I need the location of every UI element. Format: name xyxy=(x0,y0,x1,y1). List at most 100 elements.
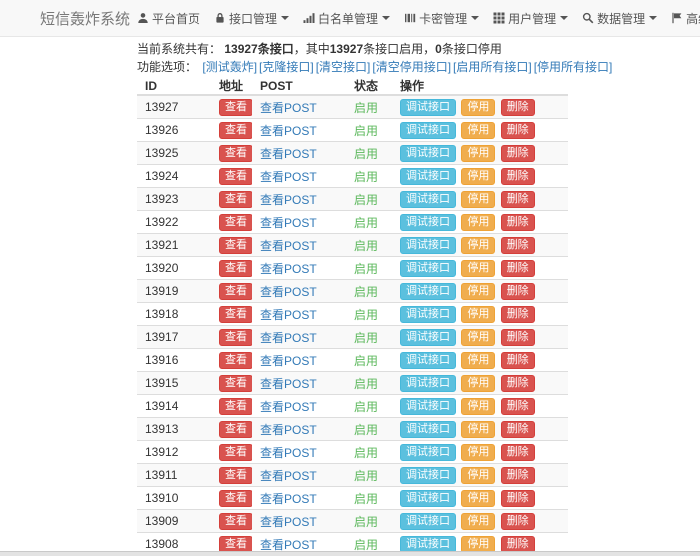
disable-button[interactable]: 停用 xyxy=(461,329,495,346)
delete-button[interactable]: 删除 xyxy=(501,375,535,392)
delete-button[interactable]: 删除 xyxy=(501,214,535,231)
disable-button[interactable]: 停用 xyxy=(461,398,495,415)
delete-button[interactable]: 删除 xyxy=(501,260,535,277)
debug-button[interactable]: 调试接口 xyxy=(400,490,456,507)
nav-item-advanced-options[interactable]: 高级选项 xyxy=(664,10,700,27)
view-post-link[interactable]: 查看POST xyxy=(260,354,317,368)
delete-button[interactable]: 删除 xyxy=(501,168,535,185)
debug-button[interactable]: 调试接口 xyxy=(400,398,456,415)
delete-button[interactable]: 删除 xyxy=(501,145,535,162)
nav-item-platform-home[interactable]: 平台首页 xyxy=(130,10,207,27)
view-button[interactable]: 查看 xyxy=(219,260,252,277)
debug-button[interactable]: 调试接口 xyxy=(400,237,456,254)
view-post-link[interactable]: 查看POST xyxy=(260,124,317,138)
debug-button[interactable]: 调试接口 xyxy=(400,99,456,116)
delete-button[interactable]: 删除 xyxy=(501,444,535,461)
view-post-link[interactable]: 查看POST xyxy=(260,377,317,391)
debug-button[interactable]: 调试接口 xyxy=(400,168,456,185)
debug-button[interactable]: 调试接口 xyxy=(400,260,456,277)
view-post-link[interactable]: 查看POST xyxy=(260,170,317,184)
view-button[interactable]: 查看 xyxy=(219,375,252,392)
disable-button[interactable]: 停用 xyxy=(461,99,495,116)
view-post-link[interactable]: 查看POST xyxy=(260,515,317,529)
debug-button[interactable]: 调试接口 xyxy=(400,444,456,461)
view-post-link[interactable]: 查看POST xyxy=(260,147,317,161)
delete-button[interactable]: 删除 xyxy=(501,329,535,346)
delete-button[interactable]: 删除 xyxy=(501,467,535,484)
disable-all-api-link[interactable]: [停用所有接口] xyxy=(534,60,613,74)
view-button[interactable]: 查看 xyxy=(219,444,252,461)
disable-button[interactable]: 停用 xyxy=(461,352,495,369)
nav-item-card-key-management[interactable]: 卡密管理 xyxy=(397,10,486,27)
delete-button[interactable]: 删除 xyxy=(501,398,535,415)
delete-button[interactable]: 删除 xyxy=(501,490,535,507)
disable-button[interactable]: 停用 xyxy=(461,375,495,392)
view-button[interactable]: 查看 xyxy=(219,145,252,162)
view-post-link[interactable]: 查看POST xyxy=(260,492,317,506)
view-post-link[interactable]: 查看POST xyxy=(260,285,317,299)
debug-button[interactable]: 调试接口 xyxy=(400,513,456,530)
disable-button[interactable]: 停用 xyxy=(461,191,495,208)
nav-item-whitelist-management[interactable]: 白名单管理 xyxy=(296,10,397,27)
view-post-link[interactable]: 查看POST xyxy=(260,446,317,460)
delete-button[interactable]: 删除 xyxy=(501,237,535,254)
debug-button[interactable]: 调试接口 xyxy=(400,421,456,438)
disable-button[interactable]: 停用 xyxy=(461,467,495,484)
delete-button[interactable]: 删除 xyxy=(501,536,535,553)
clear-disabled-api-link[interactable]: [清空停用接口] xyxy=(372,60,451,74)
view-button[interactable]: 查看 xyxy=(219,283,252,300)
clear-api-link[interactable]: [清空接口] xyxy=(316,60,371,74)
disable-button[interactable]: 停用 xyxy=(461,444,495,461)
enable-all-api-link[interactable]: [启用所有接口] xyxy=(453,60,532,74)
disable-button[interactable]: 停用 xyxy=(461,260,495,277)
disable-button[interactable]: 停用 xyxy=(461,145,495,162)
view-button[interactable]: 查看 xyxy=(219,398,252,415)
view-post-link[interactable]: 查看POST xyxy=(260,331,317,345)
view-post-link[interactable]: 查看POST xyxy=(260,423,317,437)
view-post-link[interactable]: 查看POST xyxy=(260,400,317,414)
disable-button[interactable]: 停用 xyxy=(461,283,495,300)
nav-item-user-management[interactable]: 用户管理 xyxy=(486,10,575,27)
disable-button[interactable]: 停用 xyxy=(461,421,495,438)
disable-button[interactable]: 停用 xyxy=(461,168,495,185)
debug-button[interactable]: 调试接口 xyxy=(400,283,456,300)
debug-button[interactable]: 调试接口 xyxy=(400,145,456,162)
delete-button[interactable]: 删除 xyxy=(501,122,535,139)
view-button[interactable]: 查看 xyxy=(219,421,252,438)
debug-button[interactable]: 调试接口 xyxy=(400,214,456,231)
delete-button[interactable]: 删除 xyxy=(501,513,535,530)
disable-button[interactable]: 停用 xyxy=(461,513,495,530)
view-button[interactable]: 查看 xyxy=(219,214,252,231)
debug-button[interactable]: 调试接口 xyxy=(400,329,456,346)
view-post-link[interactable]: 查看POST xyxy=(260,193,317,207)
nav-item-data-management[interactable]: 数据管理 xyxy=(575,10,664,27)
view-post-link[interactable]: 查看POST xyxy=(260,239,317,253)
debug-button[interactable]: 调试接口 xyxy=(400,122,456,139)
disable-button[interactable]: 停用 xyxy=(461,214,495,231)
view-post-link[interactable]: 查看POST xyxy=(260,538,317,552)
clone-api-link[interactable]: [克隆接口] xyxy=(259,60,314,74)
view-button[interactable]: 查看 xyxy=(219,168,252,185)
view-post-link[interactable]: 查看POST xyxy=(260,101,317,115)
view-button[interactable]: 查看 xyxy=(219,237,252,254)
view-button[interactable]: 查看 xyxy=(219,490,252,507)
nav-item-api-management[interactable]: 接口管理 xyxy=(207,10,296,27)
delete-button[interactable]: 删除 xyxy=(501,283,535,300)
delete-button[interactable]: 删除 xyxy=(501,191,535,208)
view-button[interactable]: 查看 xyxy=(219,306,252,323)
view-button[interactable]: 查看 xyxy=(219,467,252,484)
delete-button[interactable]: 删除 xyxy=(501,306,535,323)
disable-button[interactable]: 停用 xyxy=(461,490,495,507)
view-post-link[interactable]: 查看POST xyxy=(260,308,317,322)
debug-button[interactable]: 调试接口 xyxy=(400,536,456,553)
debug-button[interactable]: 调试接口 xyxy=(400,467,456,484)
disable-button[interactable]: 停用 xyxy=(461,536,495,553)
view-button[interactable]: 查看 xyxy=(219,329,252,346)
view-post-link[interactable]: 查看POST xyxy=(260,262,317,276)
delete-button[interactable]: 删除 xyxy=(501,99,535,116)
debug-button[interactable]: 调试接口 xyxy=(400,352,456,369)
disable-button[interactable]: 停用 xyxy=(461,237,495,254)
view-post-link[interactable]: 查看POST xyxy=(260,469,317,483)
view-button[interactable]: 查看 xyxy=(219,352,252,369)
delete-button[interactable]: 删除 xyxy=(501,421,535,438)
